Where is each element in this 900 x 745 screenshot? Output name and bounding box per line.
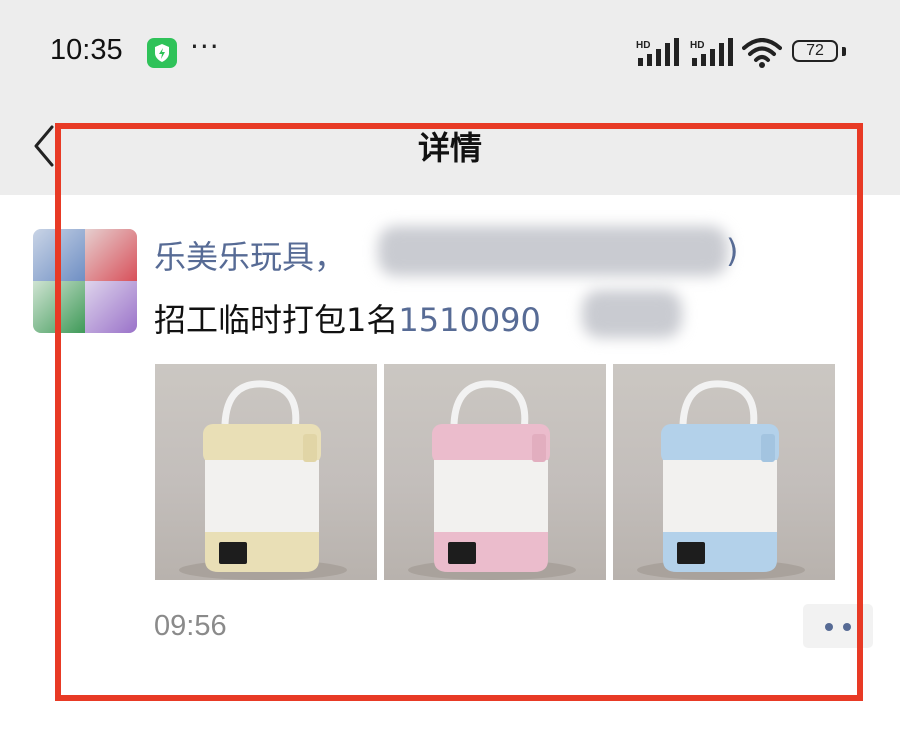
more-dot-icon (825, 623, 833, 631)
hd-signal-icon: HD (636, 38, 679, 66)
poster-name[interactable]: 乐美乐玩具， (154, 232, 346, 278)
avatar-tile-purple (85, 281, 137, 333)
water-dispenser-blue-image (637, 380, 805, 580)
post-photo-2[interactable] (384, 364, 606, 580)
avatar-tile-green (33, 281, 85, 333)
hd-signal-icon-2: HD (690, 38, 733, 66)
nav-bar: 详情 (0, 105, 900, 195)
water-dispenser-pink-image (408, 380, 576, 580)
battery-indicator: 72 (792, 40, 838, 62)
poster-name-text: 乐美乐玩具， (154, 238, 347, 276)
signal-hd-label-2: HD (690, 40, 704, 51)
post-text: 招工临时打包1名1510090 (154, 295, 541, 341)
redacted-phone-blur (582, 290, 682, 338)
more-notifications-icon: ··· (190, 30, 220, 63)
avatar-tile-red (85, 229, 137, 281)
wifi-icon (742, 38, 782, 68)
more-options-button[interactable] (803, 604, 873, 648)
post-photo-3[interactable] (613, 364, 835, 580)
phone-number-link[interactable]: 1510090 (398, 301, 541, 339)
post-timestamp: 09:56 (154, 610, 227, 642)
post-photo-1[interactable] (155, 364, 377, 580)
water-dispenser-cream-image (179, 380, 347, 580)
clock: 10:35 (50, 34, 123, 66)
more-dot-icon (843, 623, 851, 631)
page-title: 详情 (417, 129, 482, 167)
avatar[interactable] (33, 229, 137, 333)
redacted-name-blur (378, 226, 728, 276)
signal-hd-label: HD (636, 40, 650, 51)
status-bar: 10:35 ··· HD HD 72 (0, 0, 900, 105)
battery-tip (842, 47, 846, 56)
poster-name-end: ) (726, 232, 739, 270)
post-text-body: 招工临时打包1名 (154, 301, 399, 339)
avatar-tile-blue (33, 229, 85, 281)
security-shield-icon (147, 38, 177, 68)
